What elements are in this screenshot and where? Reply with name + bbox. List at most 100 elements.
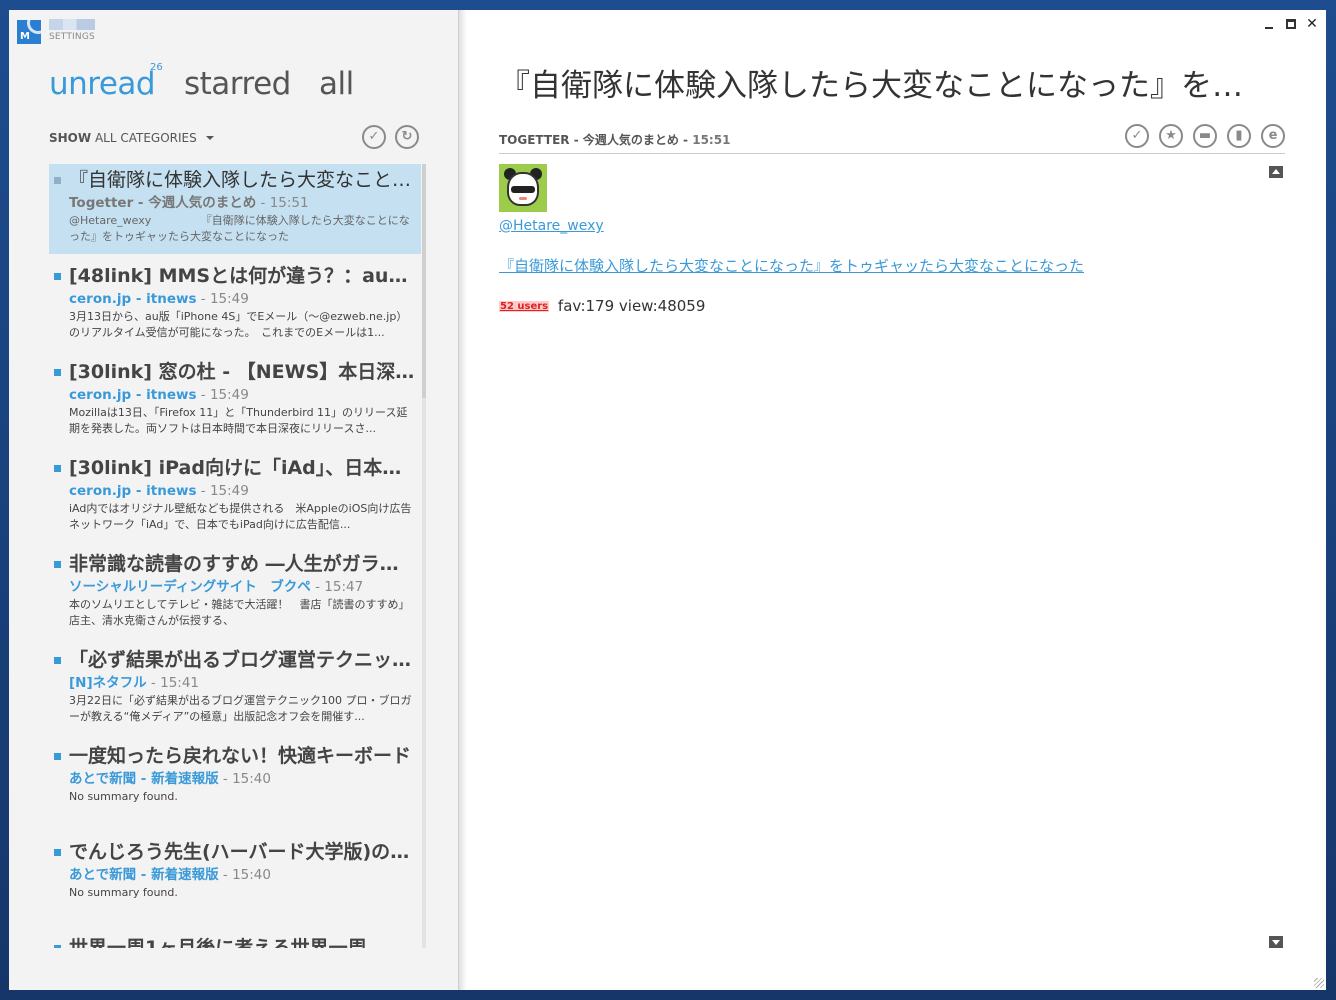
list-item-source: [N]ネタフル [69, 675, 147, 691]
list-item-meta: あとで新聞 - 新着速報版 - 15:40 [69, 867, 271, 883]
list-item-summary: No summary found. [69, 790, 178, 803]
list-item-summary: 3月22日に「必ず結果が出るブログ運営テクニック100 プロ・ブロガーが教える“… [69, 694, 412, 723]
app-window: M SETTINGS unread 26 starred all SHOW AL… [9, 10, 1326, 990]
list-item-time: 15:40 [232, 771, 271, 787]
list-item-time: 15:51 [269, 195, 309, 211]
tab-starred[interactable]: starred [184, 66, 291, 102]
unread-marker-icon [54, 945, 61, 948]
list-item-meta: ceron.jp - itnews - 15:49 [69, 483, 249, 499]
tab-all[interactable]: all [319, 66, 354, 102]
list-item-meta: ceron.jp - itnews - 15:49 [69, 291, 249, 307]
refresh-icon[interactable]: ↻ [395, 125, 419, 149]
show-label: SHOW [49, 131, 92, 145]
list-scrollbar-thumb[interactable] [422, 164, 426, 398]
list-item-source: Togetter - 今週人気のまとめ [69, 195, 257, 211]
article-time: 15:51 [692, 133, 731, 147]
users-badge[interactable]: 52 users [499, 301, 550, 312]
category-filter[interactable]: SHOW ALL CATEGORIES [49, 131, 214, 145]
list-item-title: [48link] MMSとは何が違う？：au版iPhone 4S [69, 265, 415, 287]
article-link[interactable]: 『自衛隊に体験入隊したら大変なことになった』をトゥギャッたら大変なことになった [499, 255, 1084, 276]
list-item-title: 『自衛隊に体験入隊したら大変なことになった』をトゥギャッたら大変なことになった [69, 169, 415, 191]
list-item-source: ソーシャルリーディングサイト ブクペ [69, 579, 311, 595]
stats-text: fav:179 view:48059 [557, 297, 706, 315]
list-item-title: 「必ず結果が出るブログ運営テクニック100」 [69, 649, 415, 671]
tab-unread[interactable]: unread [49, 66, 156, 102]
list-item[interactable]: 世界一周1ヶ月後に考える世界一周 [49, 932, 421, 948]
list-item-meta: [N]ネタフル - 15:41 [69, 675, 200, 691]
unread-marker-icon [54, 849, 61, 856]
list-item-time: 15:49 [209, 483, 249, 499]
star-icon[interactable]: ★ [1159, 124, 1183, 148]
article-stats: 52 users fav:179 view:48059 [499, 297, 705, 315]
article-feed[interactable]: TOGETTER - 今週人気のまとめ [499, 133, 679, 147]
list-item-title: でんじろう先生(ハーバード大学版)の実験 [69, 841, 415, 863]
list-item-source: あとで新聞 - 新着速報版 [69, 771, 219, 787]
list-item-summary: iAd内ではオリジナル壁紙なども提供される 米AppleのiOS向け広告ネットワ… [69, 502, 412, 531]
unread-marker-icon [54, 753, 61, 760]
unread-marker-icon [54, 657, 61, 664]
app-name-redacted [49, 19, 95, 30]
app-logo-icon: M [17, 20, 41, 44]
list-item[interactable]: [48link] MMSとは何が違う？：au版iPhone 4S ceron.jp… [49, 260, 421, 350]
unread-marker-icon [54, 561, 61, 568]
unread-marker-icon [54, 177, 61, 184]
list-item-title: 一度知ったら戻れない！快適キーボード [69, 745, 412, 767]
close-icon[interactable]: ✕ [1306, 17, 1318, 31]
header-divider [499, 153, 1285, 154]
mark-all-read-icon[interactable]: ✓ [362, 125, 386, 149]
chevron-down-icon [205, 136, 214, 140]
comment-icon[interactable]: ▬ [1193, 124, 1217, 148]
mark-read-icon[interactable]: ✓ [1125, 124, 1149, 148]
list-item-summary: Mozillaは13日、「Firefox 11」と「Thunderbird 11… [69, 406, 408, 435]
list-item[interactable]: でんじろう先生(ハーバード大学版)の実験あとで新聞 - 新着速報版 - 15:4… [49, 836, 421, 926]
scroll-down-icon[interactable] [1269, 936, 1283, 948]
list-item[interactable]: 『自衛隊に体験入隊したら大変なことになった』をトゥギャッたら大変なことになった T… [49, 164, 421, 254]
list-item[interactable]: 「必ず結果が出るブログ運営テクニック100」 [N]ネタフル - 15:41 3月2… [49, 644, 421, 734]
unread-marker-icon [54, 465, 61, 472]
list-item-source: ceron.jp - itnews [69, 387, 197, 403]
minimize-icon[interactable] [1264, 18, 1276, 30]
article-meta: TOGETTER - 今週人気のまとめ - 15:51 [499, 133, 731, 147]
list-item[interactable]: [30link] 窓の杜 - 【NEWS】本日深夜リリース予定 ceron.jp … [49, 356, 421, 446]
resize-grip-icon[interactable] [1314, 978, 1324, 988]
list-item[interactable]: 一度知ったら戻れない！快適キーボードあとで新聞 - 新着速報版 - 15:40 N… [49, 740, 421, 830]
unread-marker-icon [54, 273, 61, 280]
window-controls: ✕ [1264, 17, 1318, 34]
settings-link[interactable]: SETTINGS [49, 32, 95, 42]
list-item-summary: No summary found. [69, 886, 178, 899]
unread-count-badge: 26 [150, 62, 163, 73]
list-item-meta: ceron.jp - itnews - 15:49 [69, 387, 249, 403]
list-item-time: 15:47 [324, 579, 364, 595]
list-item-source: ceron.jp - itnews [69, 291, 197, 307]
list-item-source: あとで新聞 - 新着速報版 [69, 867, 219, 883]
list-item-summary: @Hetare_wexy 『自衛隊に体験入隊したら大変なことになった』をトゥギャ… [69, 214, 410, 243]
list-item-title: [30link] iPad向けに「iAd」、日本でも提供開始 [69, 457, 415, 479]
list-item-summary: 3月13日から、au版「iPhone 4S」でEメール（〜@ezweb.ne.j… [69, 310, 408, 339]
list-item-time: 15:49 [209, 387, 249, 403]
list-item-source: ceron.jp - itnews [69, 483, 197, 499]
open-in-browser-icon[interactable]: e [1261, 124, 1285, 148]
list-item-time: 15:49 [209, 291, 249, 307]
list-item-meta: Togetter - 今週人気のまとめ - 15:51 [69, 195, 309, 211]
list-item-title: [30link] 窓の杜 - 【NEWS】本日深夜リリース予定 [69, 361, 415, 383]
unread-marker-icon [54, 369, 61, 376]
list-item-time: 15:41 [160, 675, 200, 691]
scroll-up-icon[interactable] [1269, 166, 1283, 178]
list-item-meta: あとで新聞 - 新着速報版 - 15:40 [69, 771, 271, 787]
category-dropdown[interactable]: ALL CATEGORIES [95, 131, 197, 145]
bookmark-icon[interactable]: ▮ [1227, 124, 1251, 148]
list-item[interactable]: [30link] iPad向けに「iAd」、日本でも提供開始 ceron.jp -… [49, 452, 421, 542]
article-list: 『自衛隊に体験入隊したら大変なことになった』をトゥギャッたら大変なことになった T… [49, 164, 421, 948]
article-actions: ✓ ★ ▬ ▮ e [1125, 124, 1287, 150]
author-avatar [499, 164, 547, 212]
list-item-meta: ソーシャルリーディングサイト ブクペ - 15:47 [69, 579, 364, 595]
maximize-icon[interactable] [1286, 19, 1296, 29]
article-title: 『自衛隊に体験入隊したら大変なことになった』をトゥギャッたら大変なことになった [499, 68, 1259, 104]
list-item-title: 世界一周1ヶ月後に考える世界一周 [69, 937, 367, 948]
list-item-summary: 本のソムリエとしてテレビ・雑誌で大活躍！ 書店「読書のすすめ」店主、清水克衛さん… [69, 598, 410, 627]
list-item-time: 15:40 [232, 867, 271, 883]
list-item[interactable]: 非常識な読書のすすめ ―人生がガラリと変わるソーシャルリーディングサイト ブクペ… [49, 548, 421, 638]
author-link[interactable]: @Hetare_wexy [499, 218, 604, 234]
feed-list-pane: M SETTINGS unread 26 starred all SHOW AL… [9, 10, 459, 990]
pane-divider [459, 10, 467, 990]
